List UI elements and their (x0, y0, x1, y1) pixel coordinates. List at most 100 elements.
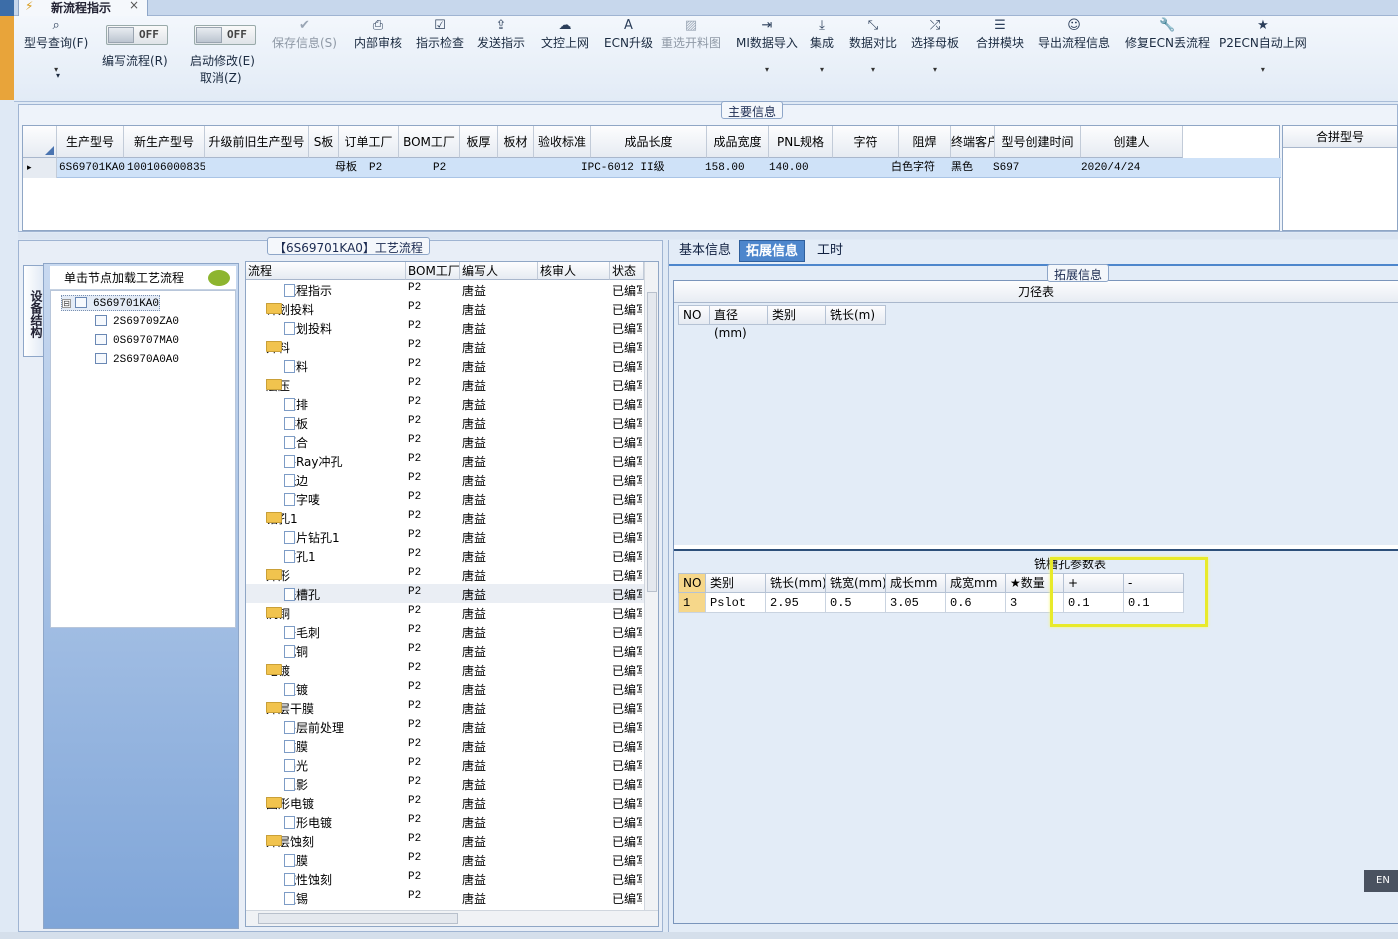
list-item[interactable]: 铣边 P2 唐益 已编写 (246, 470, 644, 489)
model-query-button[interactable]: ⌕ 型号查询(F) ▾ (24, 18, 88, 74)
slot-cell[interactable]: Pslot (706, 593, 766, 613)
column-header[interactable]: 阻焊 (899, 126, 951, 158)
slot-cell[interactable]: 0.5 (826, 593, 886, 613)
tab-ext-info[interactable]: 拓展信息 (739, 240, 806, 262)
list-item[interactable]: 排板 P2 唐益 已编写 (246, 413, 644, 432)
table-cell[interactable] (1183, 158, 1233, 178)
list-item[interactable]: 外层前处理 P2 唐益 已编写 (246, 717, 644, 736)
table-cell[interactable]: 黑色 (951, 158, 991, 178)
slot-column-header[interactable]: NO (678, 573, 706, 593)
dropdown-arrow-icon[interactable]: ▾ (1219, 65, 1307, 74)
chat-bubble-icon[interactable] (208, 270, 230, 286)
list-item[interactable]: −外层蚀刻 P2 唐益 已编写 (246, 831, 644, 850)
column-header[interactable]: 字符 (833, 126, 899, 158)
column-header[interactable]: 成品宽度 (707, 126, 769, 158)
reselect-cutting-chart-button[interactable]: ▨ 重选开料图 (661, 18, 721, 51)
dropdown-arrow-icon[interactable]: ▾ (56, 71, 60, 80)
process-column-header[interactable]: BOM工厂 (406, 262, 460, 280)
start-modify-button-label[interactable]: 启动修改(E) (190, 52, 255, 69)
internal-review-button[interactable]: ⎙ 内部审核 (354, 18, 402, 51)
cancel-label[interactable]: 取消(Z) (200, 69, 242, 86)
list-item[interactable]: 贴膜 P2 唐益 已编写 (246, 736, 644, 755)
list-item[interactable]: 铝片钻孔1 P2 唐益 已编写 (246, 527, 644, 546)
slot-column-header[interactable]: 铣长(mm) (766, 573, 826, 593)
list-item[interactable]: 铣槽孔 P2 唐益 已编写 (246, 584, 644, 603)
grid-corner[interactable] (23, 126, 57, 158)
process-column-header[interactable]: 状态 (610, 262, 644, 280)
process-column-header[interactable]: 编写人 (460, 262, 538, 280)
table-cell[interactable] (537, 158, 577, 178)
knife-column-header[interactable]: 铣长(m) (826, 305, 886, 325)
process-column-header[interactable]: 核审人 (538, 262, 610, 280)
tab-basic-info[interactable]: 基本信息 (673, 240, 737, 262)
column-header[interactable]: 订单工厂 (339, 126, 399, 158)
table-cell[interactable]: 140.00 (769, 158, 829, 178)
slot-cell[interactable]: 2.95 (766, 593, 826, 613)
table-cell[interactable]: P2 (433, 158, 493, 178)
list-item[interactable]: 计划投料 P2 唐益 已编写 (246, 318, 644, 337)
list-item[interactable]: −图形电镀 P2 唐益 已编写 (246, 793, 644, 812)
column-header[interactable]: BOM工厂 (399, 126, 460, 158)
horizontal-scrollbar[interactable] (246, 910, 658, 926)
slot-column-header[interactable]: 铣宽(mm) (826, 573, 886, 593)
column-header[interactable]: PNL规格 (769, 126, 833, 158)
column-header[interactable]: 板材 (498, 126, 534, 158)
scrollbar-thumb[interactable] (647, 292, 657, 592)
table-cell[interactable] (209, 158, 309, 178)
language-badge[interactable]: EN (1364, 870, 1398, 892)
data-compare-button[interactable]: ⤡ 数据对比 ▾ (849, 18, 897, 74)
slot-column-header[interactable]: 类别 (706, 573, 766, 593)
list-item[interactable]: 碱性蚀刻 P2 唐益 已编写 (246, 869, 644, 888)
table-cell[interactable]: S697 (993, 158, 1077, 178)
column-header[interactable]: 终端客户代码 (951, 126, 995, 158)
save-info-button[interactable]: ✔ 保存信息(S) (272, 18, 337, 51)
write-flow-button-label[interactable]: 编写流程(R) (102, 52, 168, 69)
list-item[interactable]: −钻孔1 P2 唐益 已编写 (246, 508, 644, 527)
table-cell[interactable]: P2 (369, 158, 429, 178)
list-item[interactable]: −层压 P2 唐益 已编写 (246, 375, 644, 394)
list-item[interactable]: 压合 P2 唐益 已编写 (246, 432, 644, 451)
tab-device-structure[interactable]: 设备结构 (23, 265, 45, 357)
dropdown-arrow-icon[interactable]: ▾ (810, 65, 834, 74)
list-item[interactable]: −开料 P2 唐益 已编写 (246, 337, 644, 356)
p2ecn-auto-online-button[interactable]: ★ P2ECN自动上网 ▾ (1219, 18, 1307, 74)
merge-module-button[interactable]: ☰ 合拼模块 (976, 18, 1024, 51)
list-item[interactable]: 沉铜 P2 唐益 已编写 (246, 641, 644, 660)
integrate-button[interactable]: ⤓ 集成 ▾ (810, 18, 834, 74)
list-item[interactable]: 钻孔1 P2 唐益 已编写 (246, 546, 644, 565)
slot-cell[interactable]: 1 (678, 593, 706, 613)
table-cell[interactable]: IPC-6012 II级 (581, 158, 703, 178)
dropdown-arrow-icon[interactable]: ▾ (736, 65, 798, 74)
tree-node[interactable]: 0S69707MA0 (95, 333, 179, 347)
slot-cell[interactable]: 0.6 (946, 593, 1006, 613)
table-cell[interactable] (501, 158, 535, 178)
collapse-icon[interactable]: ⊟ (62, 299, 71, 308)
toggle-switch[interactable]: OFF (194, 25, 256, 45)
list-item[interactable]: X-Ray冲孔 P2 唐益 已编写 (246, 451, 644, 470)
list-item[interactable]: 显影 P2 唐益 已编写 (246, 774, 644, 793)
list-item[interactable]: 退膜 P2 唐益 已编写 (246, 850, 644, 869)
list-item[interactable]: −沉铜 P2 唐益 已编写 (246, 603, 644, 622)
tree-node[interactable]: 2S69709ZA0 (95, 314, 179, 328)
column-header[interactable]: 创建人 (1081, 126, 1183, 158)
slot-column-header[interactable]: 成长mm (886, 573, 946, 593)
send-instruction-button[interactable]: ⇪ 发送指示 (477, 18, 525, 51)
column-header[interactable]: 新生产型号 (124, 126, 205, 158)
doc-control-online-button[interactable]: ☁ 文控上网 (541, 18, 589, 51)
column-header[interactable]: 板厚 (460, 126, 498, 158)
knife-column-header[interactable]: 类别 (768, 305, 826, 325)
list-item[interactable]: 打字唛 P2 唐益 已编写 (246, 489, 644, 508)
app-menu-edge[interactable] (0, 0, 14, 16)
document-tab[interactable]: ⚡ 新流程指示 × (18, 0, 148, 16)
column-header[interactable]: 生产型号 (57, 126, 124, 158)
instruction-check-button[interactable]: ☑ 指示检查 (416, 18, 464, 51)
export-flow-info-button[interactable]: ☺ 导出流程信息 (1038, 18, 1110, 51)
list-item[interactable]: −电镀 P2 唐益 已编写 (246, 660, 644, 679)
list-item[interactable]: 图形电镀 P2 唐益 已编写 (246, 812, 644, 831)
list-item[interactable]: 曝光 P2 唐益 已编写 (246, 755, 644, 774)
column-header[interactable]: 型号创建时间 (995, 126, 1081, 158)
list-item[interactable]: 预排 P2 唐益 已编写 (246, 394, 644, 413)
vertical-scrollbar[interactable] (644, 262, 658, 910)
list-item[interactable]: −外形 P2 唐益 已编写 (246, 565, 644, 584)
scrollbar-thumb-h[interactable] (258, 913, 458, 924)
